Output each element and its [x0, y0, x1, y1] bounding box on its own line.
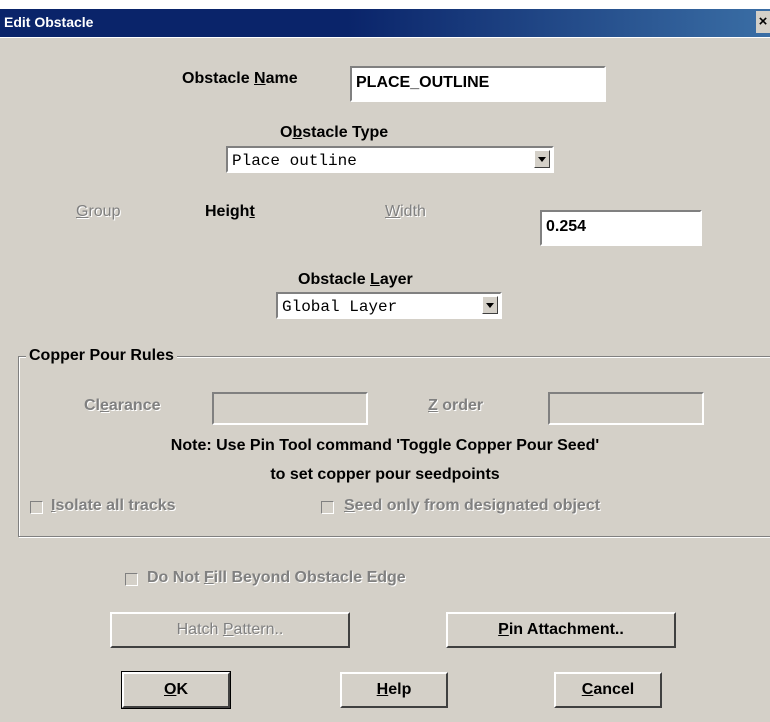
- obstacle-name-label: Obstacle Name: [182, 70, 298, 87]
- ok-button[interactable]: OK: [121, 671, 231, 709]
- group-option[interactable]: Group: [76, 203, 120, 221]
- copper-pour-rules-title: Copper Pour Rules: [26, 347, 177, 365]
- pin-attachment-button[interactable]: Pin Attachment..: [446, 612, 676, 648]
- help-button[interactable]: Help: [340, 672, 448, 708]
- isolate-all-tracks-checkbox[interactable]: [30, 501, 43, 514]
- hatch-pattern-button[interactable]: Hatch Pattern..: [110, 612, 350, 648]
- chevron-down-icon[interactable]: [534, 150, 550, 168]
- title-bar[interactable]: Edit Obstacle ×: [0, 0, 770, 38]
- clearance-label: Clearance: [84, 397, 161, 414]
- obstacle-type-label: Obstacle Type: [280, 124, 389, 141]
- clearance-input[interactable]: [212, 392, 368, 425]
- close-icon[interactable]: ×: [756, 11, 770, 33]
- obstacle-name-input[interactable]: PLACE_OUTLINE: [350, 66, 606, 102]
- z-order-label: Z order: [428, 397, 484, 414]
- obstacle-layer-selected: Global Layer: [282, 298, 398, 316]
- do-not-fill-label[interactable]: Do Not Fill Beyond Obstacle Edge: [147, 569, 406, 587]
- obstacle-layer-select[interactable]: Global Layer: [276, 292, 502, 319]
- dimension-value-input[interactable]: 0.254: [540, 210, 702, 246]
- seed-only-label[interactable]: Seed only from designated object: [344, 497, 600, 515]
- seed-only-checkbox[interactable]: [321, 501, 334, 514]
- edit-obstacle-dialog: Edit Obstacle × Obstacle Name PLACE_OUTL…: [0, 0, 770, 722]
- obstacle-name-value: PLACE_OUTLINE: [356, 74, 490, 91]
- z-order-input[interactable]: [548, 392, 704, 425]
- window-title: Edit Obstacle: [4, 14, 94, 30]
- do-not-fill-checkbox[interactable]: [125, 573, 138, 586]
- obstacle-type-select[interactable]: Place outline: [226, 146, 554, 173]
- title-bar-background: [0, 9, 770, 37]
- copper-pour-note-line1: Note: Use Pin Tool command 'Toggle Coppe…: [170, 437, 600, 454]
- chevron-down-icon[interactable]: [482, 296, 498, 314]
- dimension-value: 0.254: [546, 218, 587, 235]
- height-option[interactable]: Height: [205, 203, 255, 221]
- width-option[interactable]: Width: [385, 203, 426, 221]
- isolate-all-tracks-label[interactable]: Isolate all tracks: [51, 497, 176, 515]
- cancel-button[interactable]: Cancel: [554, 672, 662, 708]
- obstacle-type-selected: Place outline: [232, 152, 357, 170]
- copper-pour-note-line2: to set copper pour seedpoints: [270, 466, 500, 483]
- obstacle-layer-label: Obstacle Layer: [298, 271, 413, 288]
